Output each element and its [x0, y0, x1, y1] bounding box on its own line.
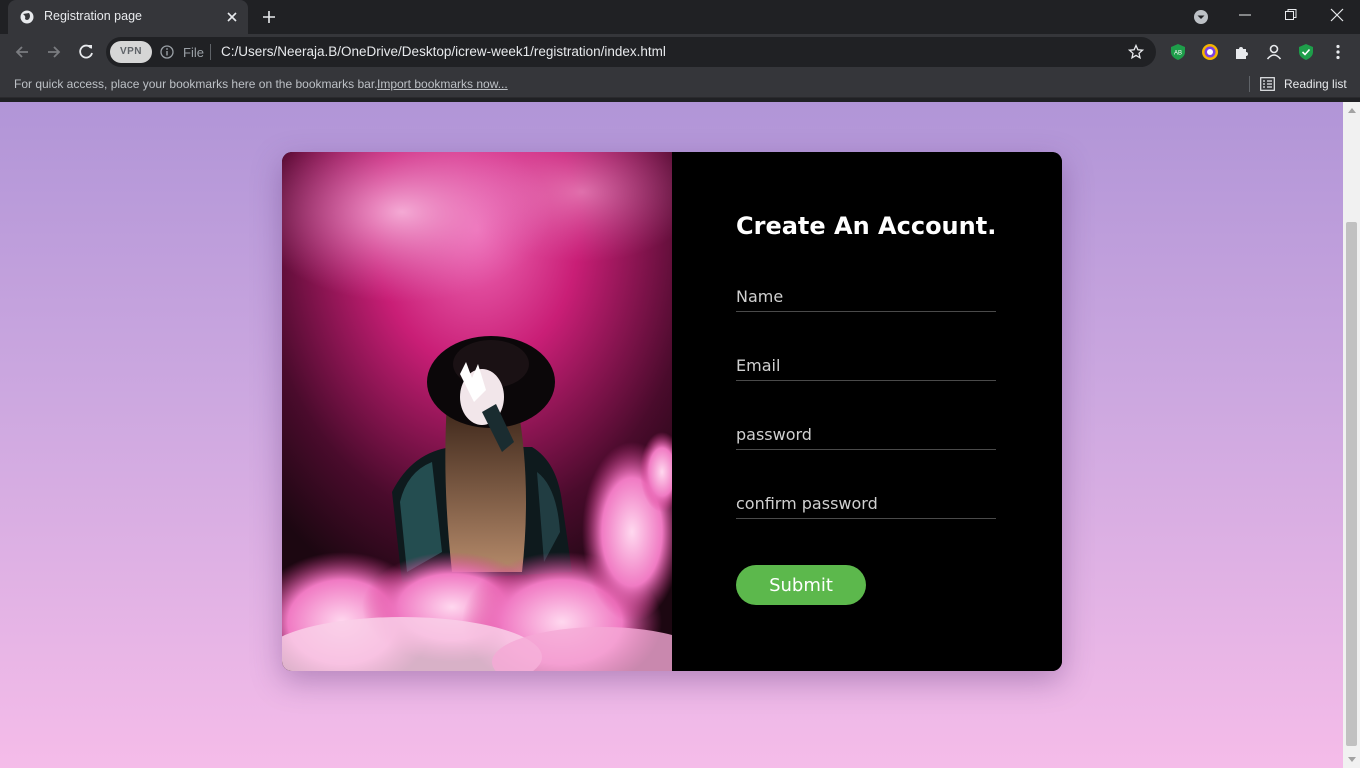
reading-list-label: Reading list — [1284, 77, 1347, 91]
page-title: Create An Account. — [736, 212, 997, 240]
confirm-password-field[interactable] — [736, 489, 996, 519]
omnibox-divider — [210, 44, 211, 60]
url-text[interactable]: C:/Users/Neeraja.B/OneDrive/Desktop/icre… — [221, 44, 666, 59]
profile-icon[interactable] — [1265, 43, 1283, 61]
menu-kebab-icon[interactable] — [1329, 43, 1347, 61]
svg-text:AB: AB — [1174, 51, 1182, 57]
bookmarks-divider — [1249, 76, 1250, 92]
hero-photo — [282, 152, 672, 671]
name-field[interactable] — [736, 282, 996, 312]
browser-tab[interactable]: Registration page — [8, 0, 248, 34]
bookmarks-hint: For quick access, place your bookmarks h… — [14, 77, 378, 91]
close-window-icon — [1330, 8, 1344, 22]
password-field[interactable] — [736, 420, 996, 450]
scroll-thumb[interactable] — [1346, 222, 1357, 746]
restore-icon — [1285, 9, 1297, 20]
email-field[interactable] — [736, 351, 996, 381]
tab-strip: Registration page — [0, 0, 1360, 34]
scroll-up-arrow-icon[interactable] — [1348, 108, 1356, 113]
puzzle-icon[interactable] — [1233, 43, 1251, 61]
scroll-down-arrow-icon[interactable] — [1348, 757, 1356, 762]
restore-button[interactable] — [1268, 0, 1314, 30]
form-panel: Create An Account. Submit — [672, 152, 1062, 671]
page-scrollbar[interactable] — [1343, 102, 1360, 768]
ab-icon[interactable]: AB — [1169, 43, 1187, 61]
file-scheme-label: File — [183, 45, 204, 60]
tab-title: Registration page — [44, 9, 142, 23]
submit-button[interactable]: Submit — [736, 565, 866, 605]
minimize-button[interactable] — [1222, 0, 1268, 30]
reading-list-icon — [1260, 77, 1275, 91]
shield-check-icon[interactable] — [1297, 43, 1315, 61]
tab-search-icon[interactable] — [1192, 8, 1210, 26]
close-tab-icon[interactable] — [224, 9, 240, 25]
globe-icon — [20, 10, 34, 24]
bookmark-star-icon[interactable] — [1128, 44, 1144, 60]
multi-circle-icon[interactable] — [1201, 43, 1219, 61]
address-bar[interactable]: VPN File C:/Users/Neeraja.B/OneDrive/Des… — [106, 37, 1156, 67]
bookmarks-bar: For quick access, place your bookmarks h… — [0, 70, 1360, 98]
import-bookmarks-link[interactable]: Import bookmarks now... — [377, 77, 508, 91]
back-icon[interactable] — [12, 42, 32, 62]
vpn-badge[interactable]: VPN — [110, 41, 152, 63]
page-viewport: Create An Account. Submit — [0, 102, 1343, 768]
browser-toolbar: VPN File C:/Users/Neeraja.B/OneDrive/Des… — [0, 34, 1360, 70]
forward-icon[interactable] — [44, 42, 64, 62]
minimize-icon — [1239, 14, 1251, 16]
reload-icon[interactable] — [76, 42, 96, 62]
close-window-button[interactable] — [1314, 0, 1360, 30]
vpn-label: VPN — [119, 46, 143, 57]
registration-card: Create An Account. Submit — [282, 152, 1062, 671]
new-tab-icon[interactable] — [260, 8, 278, 26]
info-icon[interactable] — [160, 45, 174, 59]
